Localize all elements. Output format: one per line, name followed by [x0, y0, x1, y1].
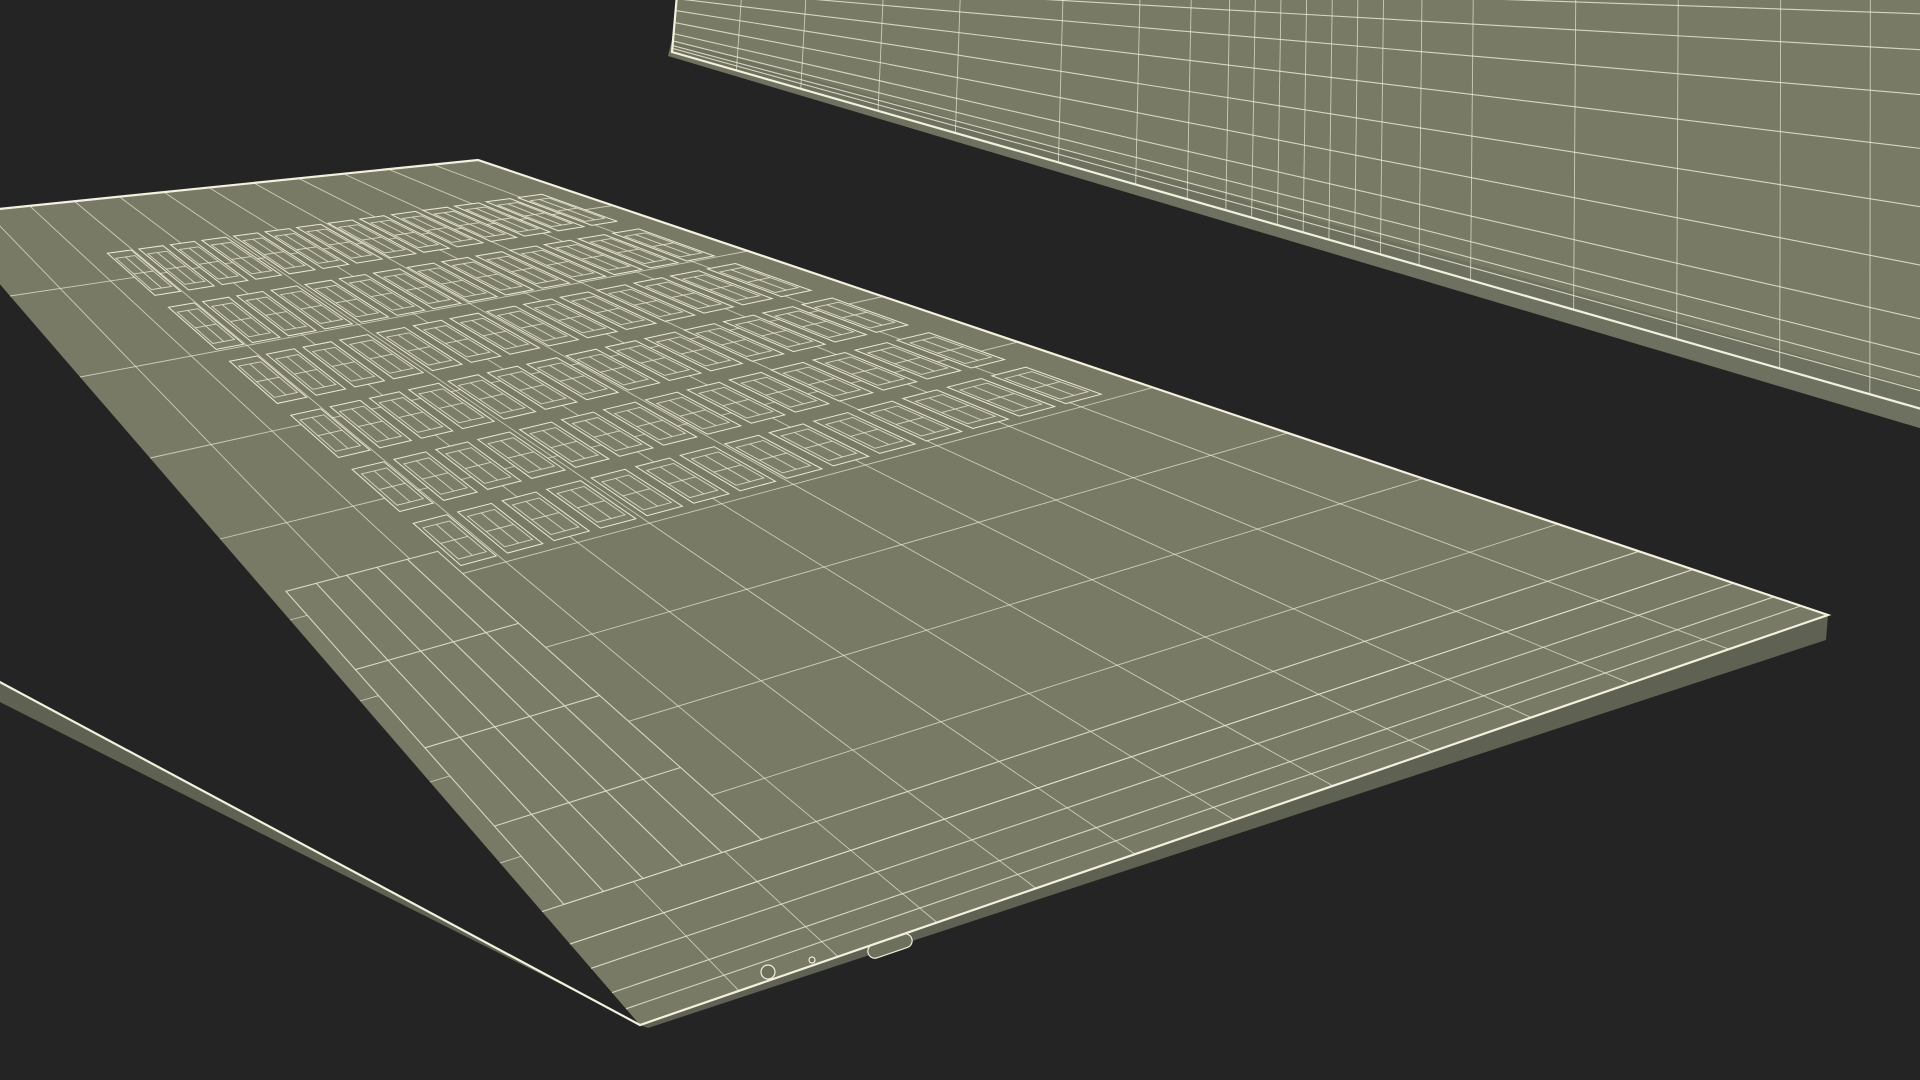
render-viewport: [0, 0, 1920, 1080]
audio-jack: [760, 964, 776, 980]
wireframe-render: [0, 0, 1920, 1028]
lid-wire-cross: [1869, 0, 1871, 395]
